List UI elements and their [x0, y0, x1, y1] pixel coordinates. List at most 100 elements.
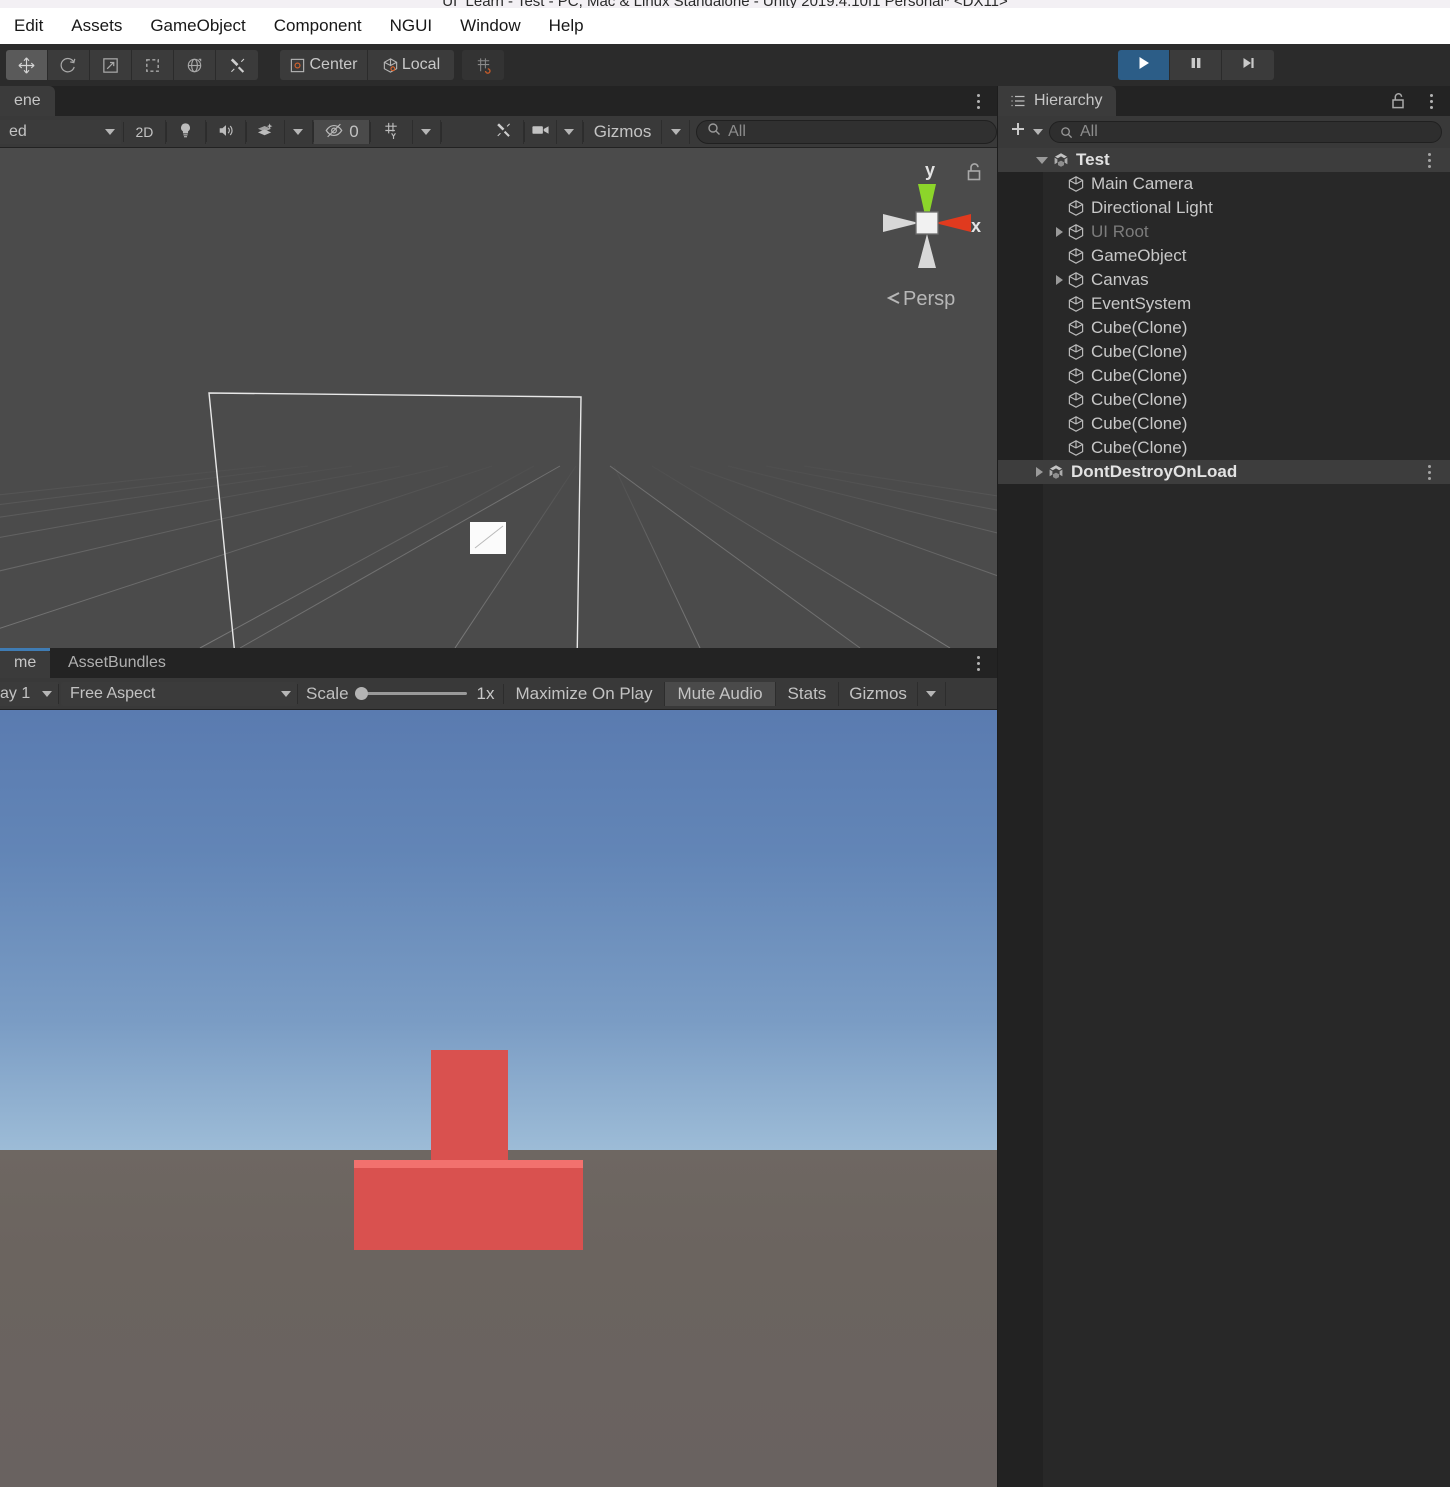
- display-dropdown[interactable]: ay 1: [0, 681, 58, 706]
- step-button[interactable]: [1222, 50, 1274, 80]
- speaker-icon: [217, 122, 235, 142]
- rotate-tool-button[interactable]: [48, 50, 90, 80]
- game-gizmos-dropdown[interactable]: [918, 681, 946, 706]
- toggle-2d-button[interactable]: 2D: [124, 119, 166, 144]
- scale-slider-track[interactable]: [354, 687, 467, 700]
- scene-search-input[interactable]: All: [696, 119, 997, 144]
- scale-tool-button[interactable]: [90, 50, 132, 80]
- local-space-icon: [382, 57, 399, 74]
- hierarchy-item-row[interactable]: Cube(Clone): [998, 364, 1450, 388]
- tab-game-label: me: [14, 654, 37, 671]
- row-menu-button[interactable]: [1422, 150, 1436, 170]
- stats-button[interactable]: Stats: [776, 681, 840, 706]
- hierarchy-item-label: Directional Light: [1091, 198, 1213, 217]
- tab-assetbundles[interactable]: AssetBundles: [54, 648, 180, 678]
- hidden-objects-button[interactable]: 0: [313, 119, 371, 144]
- scene-tools-button[interactable]: [484, 119, 524, 144]
- grid-snapping-button[interactable]: [462, 50, 504, 80]
- grid-visibility-button[interactable]: [371, 119, 413, 144]
- menu-item-component[interactable]: Component: [260, 8, 376, 44]
- rect-tool-button[interactable]: [132, 50, 174, 80]
- hierarchy-item-row[interactable]: Main Camera: [998, 172, 1450, 196]
- hierarchy-item-row[interactable]: Cube(Clone): [998, 436, 1450, 460]
- scale-slider-knob[interactable]: [354, 687, 368, 700]
- transform-tool-button[interactable]: [174, 50, 216, 80]
- move-tool-button[interactable]: [6, 50, 48, 80]
- hierarchy-item-row[interactable]: UI Root: [998, 220, 1450, 244]
- menu-item-ngui[interactable]: NGUI: [376, 8, 447, 44]
- tab-hierarchy[interactable]: Hierarchy: [998, 86, 1117, 116]
- twisty-toggle-icon[interactable]: [1036, 467, 1043, 477]
- window-title: UI_Learn - Test - PC, Mac & Linux Standa…: [0, 0, 1450, 8]
- hierarchy-item-row[interactable]: Cube(Clone): [998, 412, 1450, 436]
- hierarchy-item-row[interactable]: Directional Light: [998, 196, 1450, 220]
- menu-item-help[interactable]: Help: [535, 8, 598, 44]
- game-panel-menu-button[interactable]: [969, 652, 987, 674]
- twisty-toggle-icon[interactable]: [1056, 275, 1063, 285]
- fx-dropdown-button[interactable]: [285, 119, 313, 144]
- hierarchy-icon: [1010, 94, 1026, 108]
- shading-mode-dropdown[interactable]: ed: [0, 119, 122, 144]
- hierarchy-item-row[interactable]: EventSystem: [998, 292, 1450, 316]
- game-tabstrip: me AssetBundles: [0, 648, 997, 678]
- toggle-fx-button[interactable]: [247, 119, 285, 144]
- toggle-audio-button[interactable]: [207, 119, 247, 144]
- scene-gizmos-button[interactable]: Gizmos: [584, 119, 663, 144]
- play-button[interactable]: [1118, 50, 1170, 80]
- pause-button[interactable]: [1170, 50, 1222, 80]
- hierarchy-search-input[interactable]: All: [1049, 121, 1442, 143]
- hierarchy-item-label: Cube(Clone): [1091, 390, 1188, 409]
- grid-dropdown-button[interactable]: [413, 119, 441, 144]
- hierarchy-item-row[interactable]: GameObject: [998, 244, 1450, 268]
- hierarchy-lock-button[interactable]: [1390, 92, 1406, 115]
- add-gameobject-button[interactable]: [1006, 119, 1045, 145]
- gizmo-x-label: x: [971, 216, 981, 236]
- scale-value: 1x: [476, 683, 495, 703]
- scene-axis-gizmo[interactable]: y x Persp: [867, 156, 987, 316]
- hierarchy-scene-row[interactable]: Test: [998, 148, 1450, 172]
- aspect-dropdown[interactable]: Free Aspect: [61, 681, 297, 706]
- hierarchy-panel-menu-button[interactable]: [1422, 90, 1440, 112]
- scene-panel-menu-button[interactable]: [969, 90, 987, 112]
- scale-slider-group[interactable]: Scale 1x: [298, 684, 503, 704]
- hierarchy-scene-row[interactable]: DontDestroyOnLoad: [998, 460, 1450, 484]
- grid-snap-icon: [474, 56, 493, 75]
- game-gizmos-button[interactable]: Gizmos: [839, 681, 918, 706]
- display-label: ay 1: [0, 684, 31, 702]
- menu-item-gameobject[interactable]: GameObject: [136, 8, 259, 44]
- chevron-down-icon: [564, 128, 575, 135]
- pivot-mode-button[interactable]: Center: [280, 50, 368, 80]
- window-titlebar: UI_Learn - Test - PC, Mac & Linux Standa…: [0, 0, 1450, 8]
- tab-game[interactable]: me: [0, 648, 51, 678]
- custom-tool-button[interactable]: [216, 50, 258, 80]
- menu-item-assets[interactable]: Assets: [57, 8, 136, 44]
- menu-item-window[interactable]: Window: [446, 8, 534, 44]
- maximize-on-play-button[interactable]: Maximize On Play: [504, 681, 666, 706]
- hierarchy-item-row[interactable]: Cube(Clone): [998, 340, 1450, 364]
- space-mode-button[interactable]: Local: [368, 50, 454, 80]
- hierarchy-item-row[interactable]: Cube(Clone): [998, 316, 1450, 340]
- hierarchy-item-label: Cube(Clone): [1091, 342, 1188, 361]
- gameobject-icon: [1067, 199, 1085, 217]
- scene-view-toolbar: ed 2D 0 Gizmos All: [0, 116, 997, 148]
- menu-item-edit[interactable]: Edit: [0, 8, 57, 44]
- scene-camera-button[interactable]: [525, 119, 557, 144]
- tab-scene[interactable]: ene: [0, 86, 55, 116]
- toggle-lighting-button[interactable]: [167, 119, 206, 144]
- scene-viewport[interactable]: y x Persp: [0, 148, 997, 648]
- twisty-toggle-icon[interactable]: [1036, 156, 1048, 164]
- mute-audio-button[interactable]: Mute Audio: [665, 681, 776, 706]
- scene-camera-dropdown[interactable]: [557, 119, 583, 144]
- gizmo-y-label: y: [925, 160, 935, 180]
- scene-gizmos-dropdown[interactable]: [662, 119, 691, 144]
- row-menu-button[interactable]: [1422, 462, 1436, 482]
- hierarchy-item-row[interactable]: Cube(Clone): [998, 388, 1450, 412]
- twisty-toggle-icon[interactable]: [1056, 227, 1063, 237]
- step-forward-icon: [1240, 55, 1256, 76]
- scene-grid: [0, 148, 997, 648]
- gizmo-projection-label: Persp: [903, 288, 955, 310]
- aspect-label: Free Aspect: [70, 684, 156, 702]
- scene-gizmos-label: Gizmos: [593, 121, 652, 141]
- game-viewport[interactable]: [0, 710, 997, 1487]
- hierarchy-item-row[interactable]: Canvas: [998, 268, 1450, 292]
